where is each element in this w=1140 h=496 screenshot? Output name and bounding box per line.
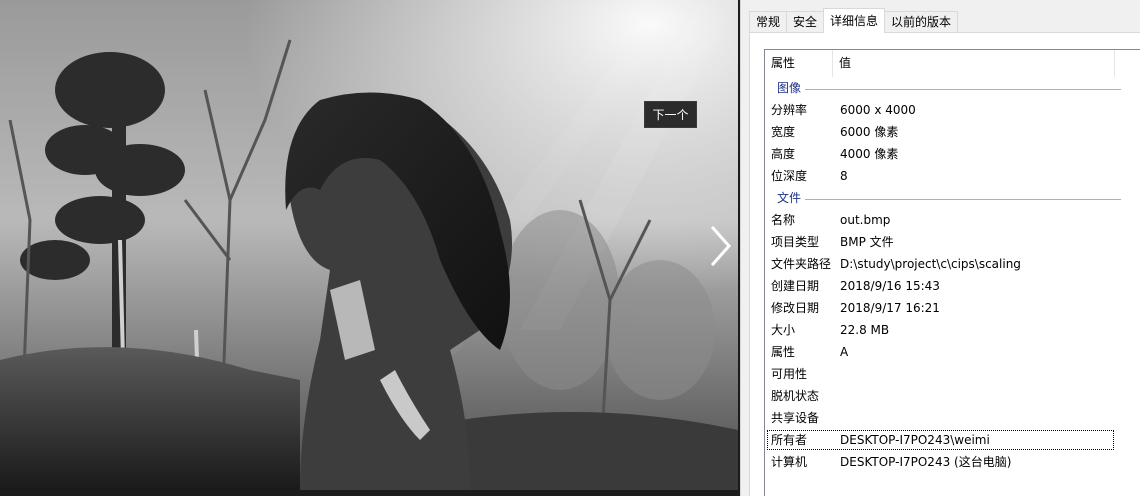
group-label-file: 文件 [777,187,806,209]
column-header-property[interactable]: 属性 [765,50,833,77]
property-value: 2018/9/17 16:21 [840,301,940,315]
group-divider [781,89,1121,90]
property-value: 6000 像素 [840,125,899,139]
property-row-computer[interactable]: 计算机 DESKTOP-I7PO243 (这台电脑) [765,451,1140,473]
property-key: 项目类型 [771,235,820,249]
property-row-bit-depth[interactable]: 位深度 8 [765,165,1140,187]
property-key: 高度 [771,147,796,161]
property-value: 8 [840,169,848,183]
property-row-folder-path[interactable]: 文件夹路径 D:\study\project\c\cips\scaling [765,253,1140,275]
property-row-owner[interactable]: 所有者 DESKTOP-I7PO243\weimi [766,429,1115,451]
tab-security[interactable]: 安全 [786,11,825,33]
property-row-item-type[interactable]: 项目类型 BMP 文件 [765,231,1140,253]
next-tooltip: 下一个 [644,101,697,128]
properties-dialog: 常规 安全 详细信息 以前的版本 属性 值 图像 分辨率 6000 x 4000 [740,0,1140,496]
tab-general[interactable]: 常规 [749,11,788,33]
property-row-date-modified[interactable]: 修改日期 2018/9/17 16:21 [765,297,1140,319]
property-value: 22.8 MB [840,323,890,337]
property-value: BMP 文件 [840,235,894,249]
property-key: 脱机状态 [771,389,820,403]
group-divider [781,199,1121,200]
tab-content-details: 属性 值 图像 分辨率 6000 x 4000 宽度 6000 像素 高度 40… [749,32,1140,496]
property-row-name[interactable]: 名称 out.bmp [765,209,1140,231]
property-key: 位深度 [771,169,808,183]
property-row-offline-status[interactable]: 脱机状态 [765,385,1140,407]
column-header-value[interactable]: 值 [833,50,1115,77]
photo-viewer: 下一个 [0,0,740,496]
property-key: 修改日期 [771,301,820,315]
property-value: DESKTOP-I7PO243 (这台电脑) [840,455,1012,469]
property-key: 可用性 [771,367,808,381]
property-row-size[interactable]: 大小 22.8 MB [765,319,1140,341]
tab-bar: 常规 安全 详细信息 以前的版本 [749,8,959,33]
tab-previous-versions[interactable]: 以前的版本 [884,11,959,33]
property-row-height[interactable]: 高度 4000 像素 [765,143,1140,165]
property-row-resolution[interactable]: 分辨率 6000 x 4000 [765,99,1140,121]
group-image: 图像 [765,77,1140,99]
property-key: 创建日期 [771,279,820,293]
photo-image [0,0,738,490]
property-value: out.bmp [840,213,891,227]
property-key: 计算机 [771,455,808,469]
property-value: A [840,345,849,359]
property-key: 大小 [771,323,796,337]
property-row-availability[interactable]: 可用性 [765,363,1140,385]
tab-details[interactable]: 详细信息 [823,8,886,33]
property-value: D:\study\project\c\cips\scaling [840,257,1021,271]
property-row-attributes[interactable]: 属性 A [765,341,1140,363]
property-value: 2018/9/16 15:43 [840,279,940,293]
property-key: 属性 [771,345,796,359]
chevron-right-icon[interactable] [704,222,738,270]
details-listview[interactable]: 属性 值 图像 分辨率 6000 x 4000 宽度 6000 像素 高度 40… [764,49,1140,496]
property-row-date-created[interactable]: 创建日期 2018/9/16 15:43 [765,275,1140,297]
property-key: 宽度 [771,125,796,139]
property-value: 4000 像素 [840,147,899,161]
property-row-width[interactable]: 宽度 6000 像素 [765,121,1140,143]
property-key: 所有者 [771,433,808,447]
list-header: 属性 值 [765,50,1140,77]
property-value: 6000 x 4000 [840,103,916,117]
property-value: DESKTOP-I7PO243\weimi [840,433,990,447]
property-key: 名称 [771,213,796,227]
list-body: 图像 分辨率 6000 x 4000 宽度 6000 像素 高度 4000 像素… [765,77,1140,473]
group-label-image: 图像 [777,77,806,99]
property-key: 共享设备 [771,411,820,425]
group-file: 文件 [765,187,1140,209]
property-key: 分辨率 [771,103,808,117]
property-row-shared-with[interactable]: 共享设备 [765,407,1140,429]
property-key: 文件夹路径 [771,257,832,271]
